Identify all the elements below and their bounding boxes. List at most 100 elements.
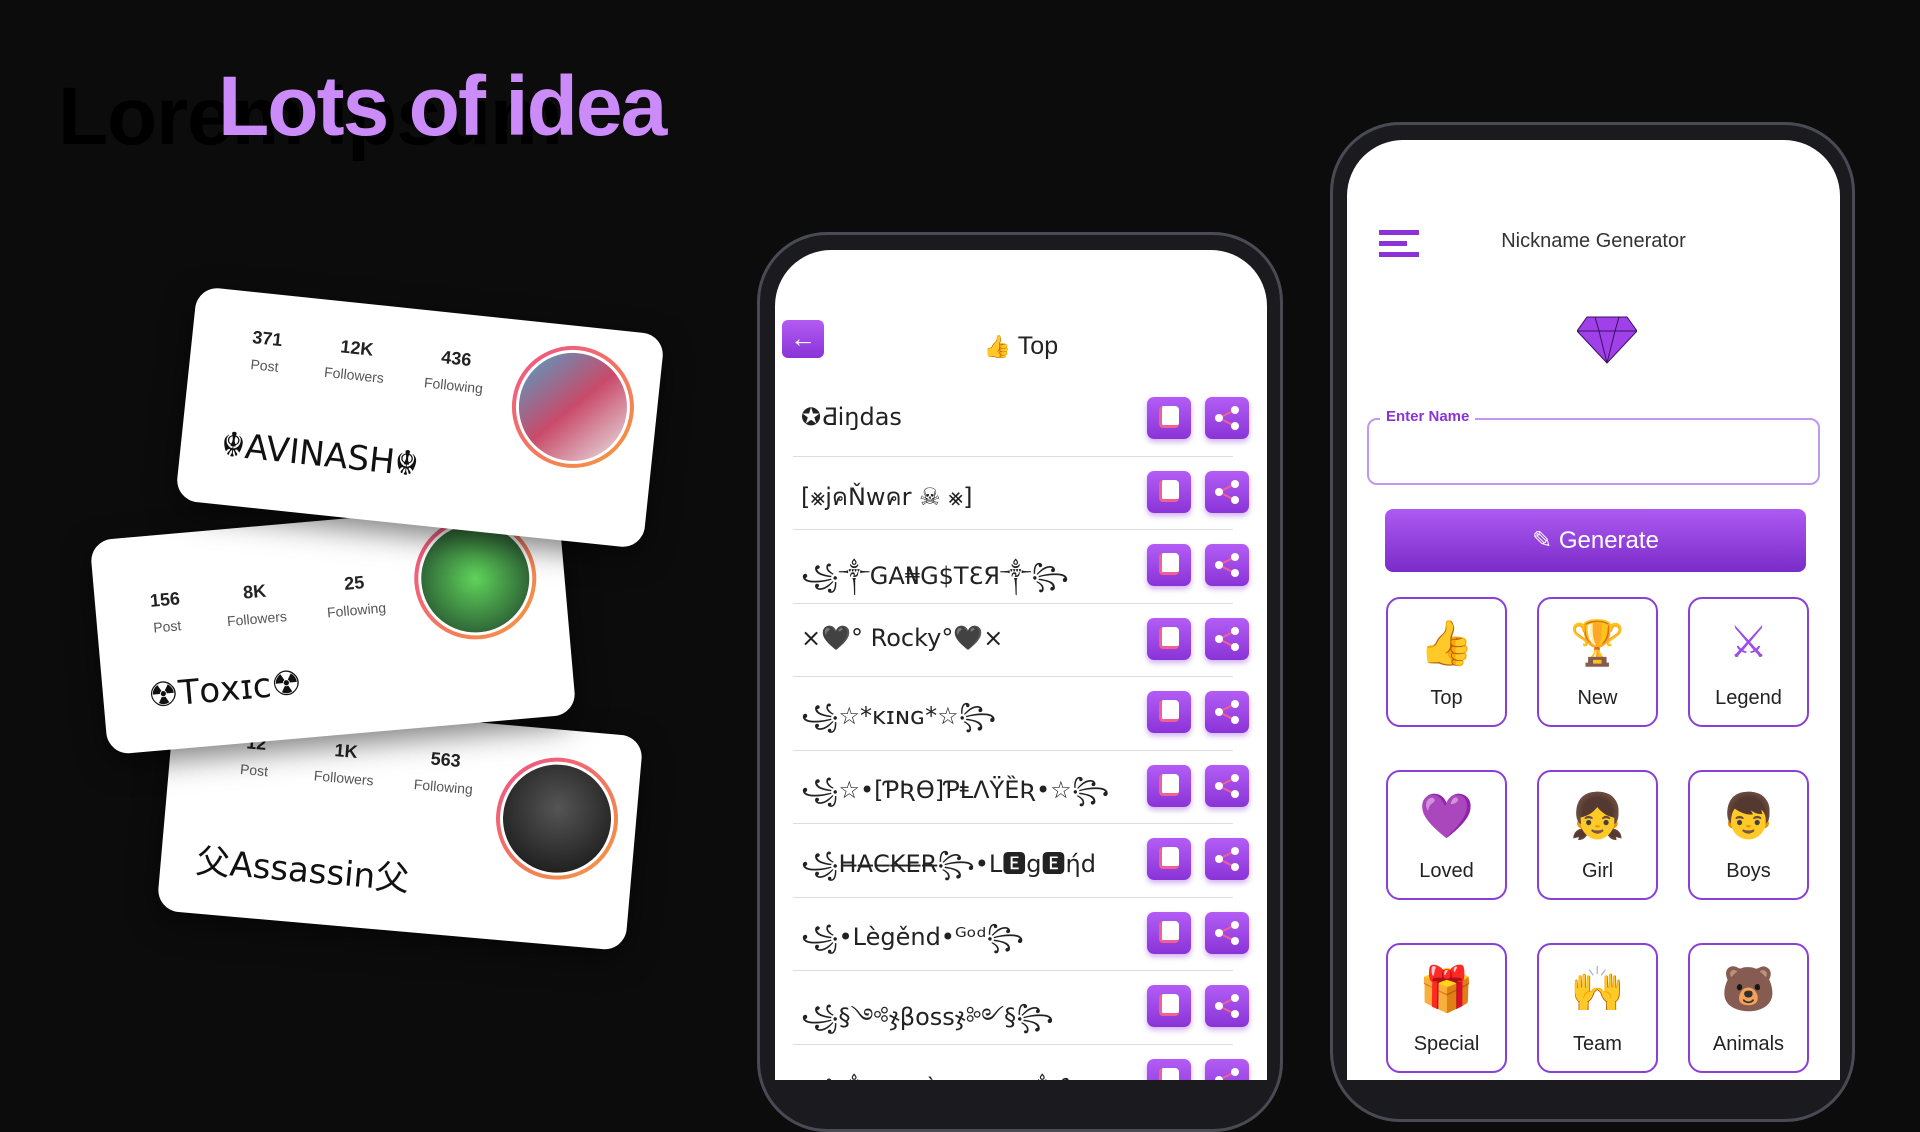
stat-post: 156 Post	[149, 588, 182, 636]
nickname-row: ꧁§༺ჯβossჯ༻§꧂	[793, 971, 1249, 1045]
share-button[interactable]	[1205, 985, 1249, 1027]
nickname: ☬AVINASH☬	[219, 424, 421, 485]
stat-following: 563 Following	[413, 748, 474, 798]
stat-post: 371 Post	[249, 327, 284, 375]
stat-followers: 12K Followers	[323, 336, 385, 386]
headline: Lots of idea	[218, 59, 667, 153]
stat-followers: 1K Followers	[313, 740, 375, 789]
avatar	[505, 339, 640, 474]
nickname-row: ꧁☆*ᴋɪɴɢ*☆꧂	[793, 677, 1249, 751]
copy-icon	[1159, 700, 1179, 722]
share-button[interactable]	[1205, 691, 1249, 733]
category-loved[interactable]: 💜 Loved	[1386, 770, 1507, 900]
nickname-row: ×🖤° Rocky°🖤×	[793, 604, 1249, 677]
name-input-label: Enter Name	[1380, 408, 1476, 425]
copy-icon	[1159, 994, 1179, 1016]
stat-followers: 8K Followers	[226, 580, 288, 630]
share-button[interactable]	[1205, 544, 1249, 586]
nickname-row: ꧁☆•[ƤƦƟ]ƤⱠɅŸȄƦ•☆꧂	[793, 751, 1249, 824]
generator-screen: Nickname Generator Enter Name ✎ Generate…	[1347, 140, 1840, 1080]
category-team[interactable]: 🙌 Team	[1537, 943, 1658, 1073]
share-icon	[1215, 773, 1239, 798]
nickname: 父Assassin父	[194, 841, 411, 900]
copy-button[interactable]	[1147, 911, 1191, 954]
copy-icon	[1159, 773, 1179, 796]
stat-following: 436 Following	[423, 346, 484, 397]
animals-icon: 🐻	[1721, 965, 1776, 1014]
nickname-row: ✪Ƌiŋdas	[793, 383, 1249, 457]
copy-button[interactable]	[1147, 838, 1191, 880]
nickname-row: ꧁༒GA₦G$TƐЯ༒꧂	[793, 530, 1249, 604]
new-icon: 🏆	[1570, 619, 1625, 668]
copy-icon	[1159, 406, 1179, 428]
nickname-text: ꧁☆*ᴋɪɴɢ*☆꧂	[801, 702, 997, 730]
copy-button[interactable]	[1147, 544, 1191, 586]
share-button[interactable]	[1205, 617, 1249, 660]
diamond-icon	[1577, 316, 1637, 364]
stat-following: 25 Following	[326, 572, 387, 621]
share-icon	[1215, 479, 1239, 504]
share-icon	[1215, 700, 1239, 724]
copy-icon	[1159, 920, 1179, 943]
share-icon	[1215, 626, 1239, 651]
copy-icon	[1159, 553, 1179, 575]
share-button[interactable]	[1205, 911, 1249, 954]
avatar	[490, 752, 624, 885]
copy-button[interactable]	[1147, 1058, 1191, 1080]
copy-button[interactable]	[1147, 617, 1191, 660]
category-top[interactable]: 👍 Top	[1386, 597, 1507, 727]
share-button[interactable]	[1205, 838, 1249, 880]
generate-button[interactable]: ✎ Generate	[1385, 509, 1806, 572]
pencil-icon: ✎	[1532, 527, 1553, 554]
copy-icon	[1159, 626, 1179, 649]
share-button[interactable]	[1205, 470, 1249, 513]
category-animals[interactable]: 🐻 Animals	[1688, 943, 1809, 1073]
copy-button[interactable]	[1147, 764, 1191, 807]
copy-button[interactable]	[1147, 985, 1191, 1027]
copy-icon	[1159, 847, 1179, 869]
nickname-text: ✪Ƌiŋdas	[801, 403, 902, 431]
share-icon	[1215, 847, 1239, 871]
share-icon	[1215, 994, 1239, 1018]
nickname-text: ꧁•Lègěnd•ᴳᵒᵈ꧂	[801, 922, 1024, 951]
profile-card-avinash: 371 Post 12K Followers 436 Following ☬AVINA…	[175, 286, 665, 549]
boys-icon: 👦	[1721, 792, 1776, 841]
nickname-text: ×🖤° Rocky°🖤×	[801, 623, 1004, 652]
copy-button[interactable]	[1147, 397, 1191, 439]
copy-icon	[1159, 1067, 1179, 1080]
nickname-row: ꧁•Lègěnd•ᴳᵒᵈ꧂	[793, 898, 1249, 971]
share-icon	[1215, 406, 1239, 430]
thumbs-up-icon: 👍	[983, 334, 1012, 359]
category-new[interactable]: 🏆 New	[1537, 597, 1658, 727]
nickname-text: [⨳jคŇwคr ☠ ⨳]	[801, 482, 973, 511]
top-icon: 👍	[1419, 619, 1474, 668]
category-boys[interactable]: 👦 Boys	[1688, 770, 1809, 900]
nickname-row: ꧁༒Φ☠LÙCKY☠Φ༒꧂	[793, 1045, 1249, 1081]
legend-icon: ⚔	[1728, 618, 1769, 667]
nickname-text: ꧁☆•[ƤƦƟ]ƤⱠɅŸȄƦ•☆꧂	[801, 775, 1110, 804]
nickname-row: [⨳jคŇwคr ☠ ⨳]	[793, 457, 1249, 530]
special-icon: 🎁	[1419, 965, 1474, 1014]
nickname-row: ꧁H̶A̶C̶K̶E̶R̶꧂•L🅴g🅴ήd	[793, 824, 1249, 898]
profile-card-toxic: 156 Post 8K Followers 25 Following ☢Tᴏxɪᴄ☢	[89, 499, 577, 756]
share-icon	[1215, 1067, 1239, 1080]
nickname-text: ꧁༒Φ☠LÙCKY☠Φ༒꧂	[801, 1065, 1141, 1081]
share-icon	[1215, 920, 1239, 945]
nickname-text: ꧁H̶A̶C̶K̶E̶R̶꧂•L🅴g🅴ήd	[801, 850, 1096, 878]
girl-icon: 👧	[1570, 792, 1625, 841]
category-legend[interactable]: ⚔ Legend	[1688, 597, 1809, 727]
copy-icon	[1159, 479, 1179, 502]
app-title: Nickname Generator	[1501, 230, 1686, 252]
share-button[interactable]	[1205, 1058, 1249, 1080]
copy-button[interactable]	[1147, 470, 1191, 513]
share-button[interactable]	[1205, 764, 1249, 807]
name-input[interactable]	[1367, 418, 1820, 485]
category-special[interactable]: 🎁 Special	[1386, 943, 1507, 1073]
screen-title: 👍 Top	[983, 332, 1059, 360]
share-button[interactable]	[1205, 397, 1249, 439]
copy-button[interactable]	[1147, 691, 1191, 733]
share-icon	[1215, 553, 1239, 577]
loved-icon: 💜	[1419, 792, 1474, 841]
category-girl[interactable]: 👧 Girl	[1537, 770, 1658, 900]
team-icon: 🙌	[1570, 965, 1625, 1014]
